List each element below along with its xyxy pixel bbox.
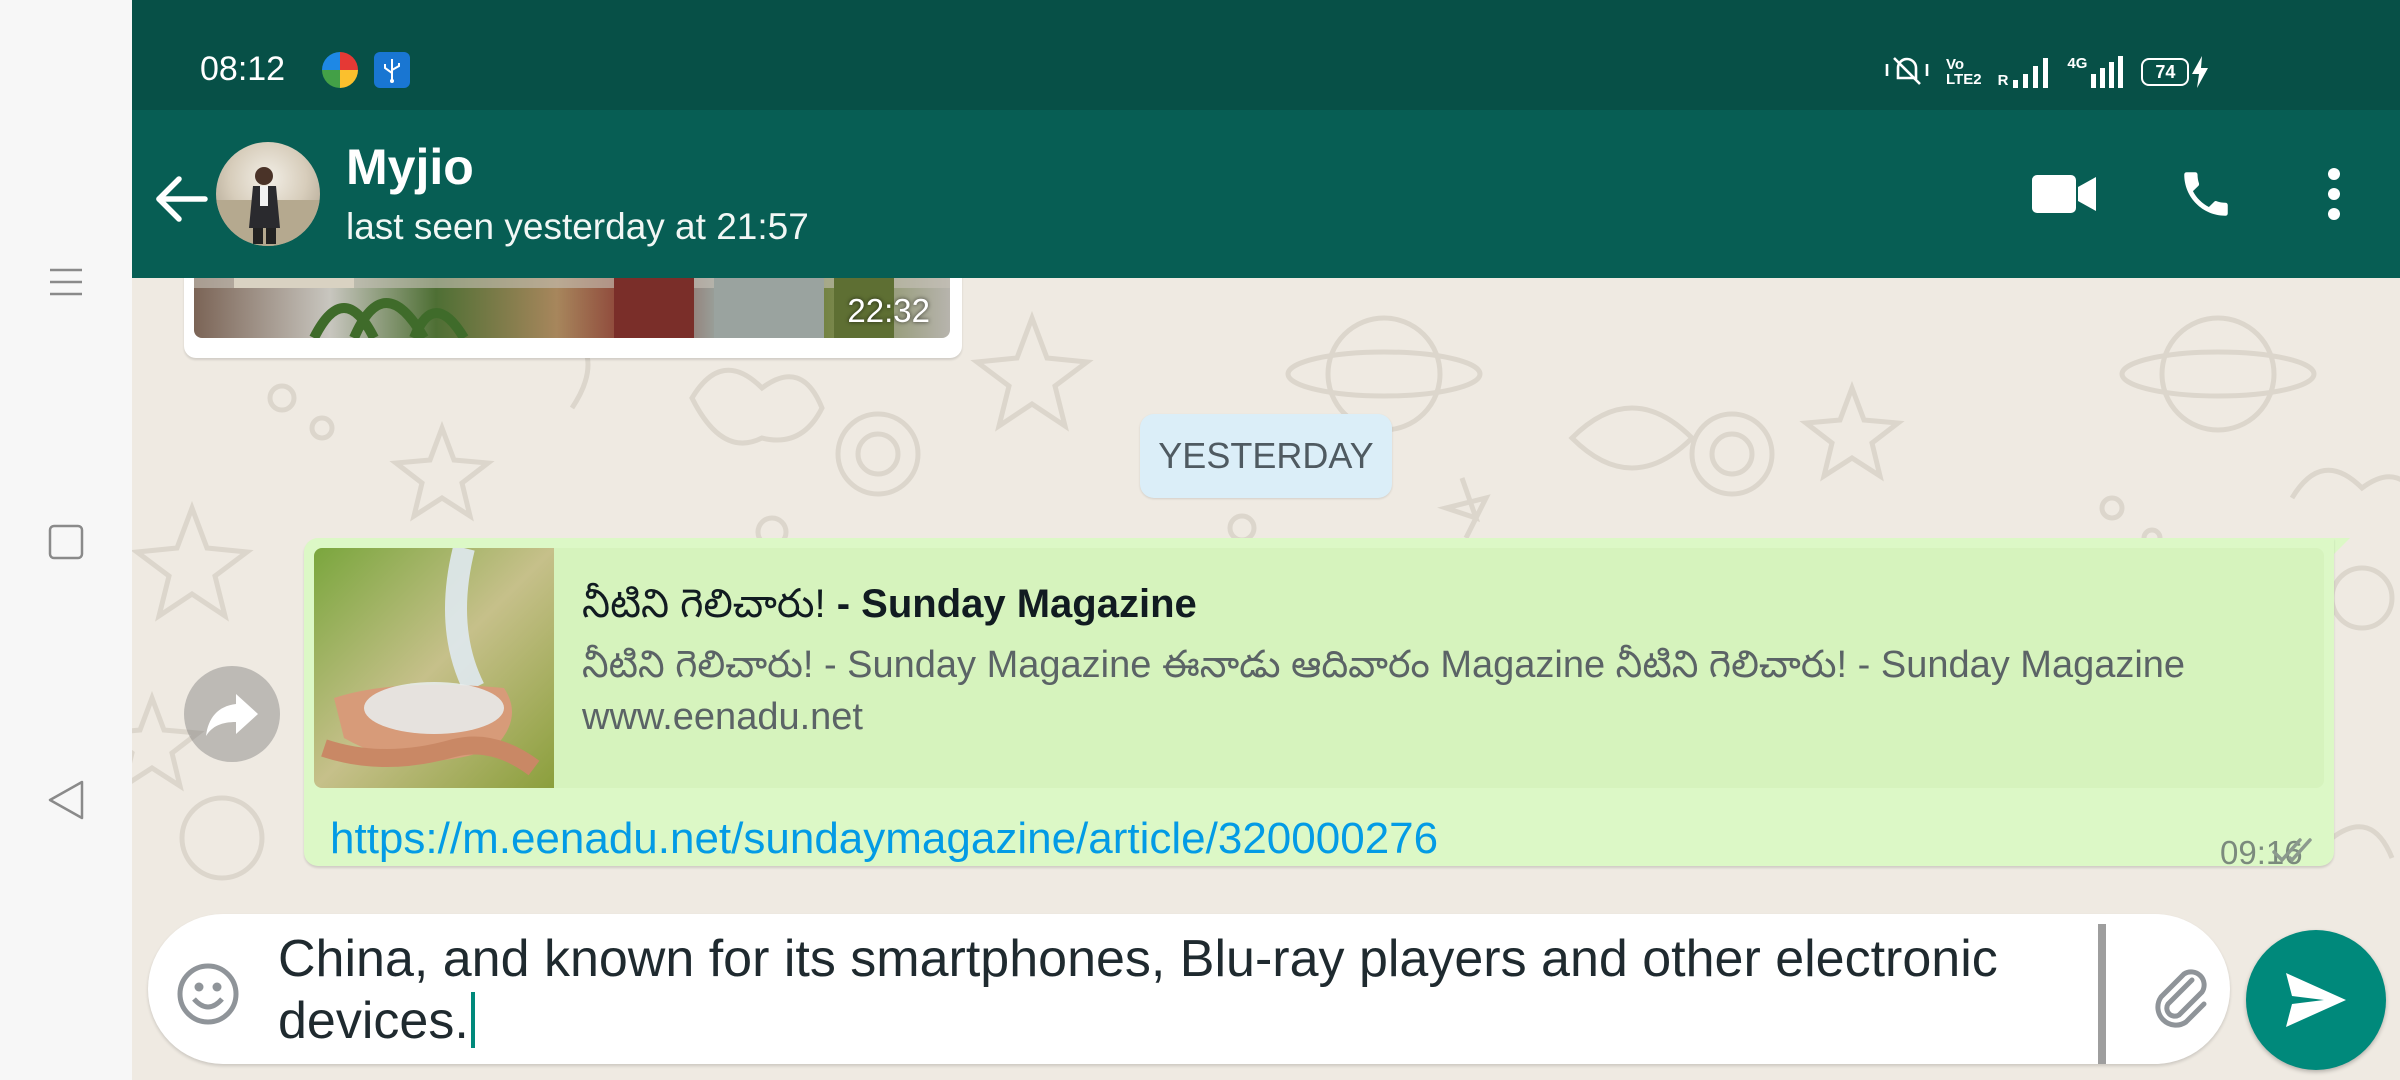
- link-preview-thumbnail: [314, 548, 554, 788]
- last-seen-status: last seen yesterday at 21:57: [346, 206, 809, 247]
- input-scrollbar[interactable]: [2098, 924, 2106, 1064]
- message-input[interactable]: China, and known for its smartphones, Bl…: [278, 928, 2200, 1058]
- outgoing-link-message[interactable]: నీటిని గెలిచారు! - Sunday Magazine నీటిన…: [304, 538, 2334, 871]
- attach-paperclip-icon[interactable]: [2142, 956, 2220, 1034]
- browser-app-icon: [322, 52, 358, 88]
- battery-icon: 74: [2141, 56, 2209, 88]
- chat-header: Myjio last seen yesterday at 21:57: [132, 110, 2400, 278]
- signal-sim1-icon: R: [1998, 56, 2052, 88]
- volte-icon: Vo LTE2: [1946, 57, 1982, 87]
- back-arrow-button[interactable]: [146, 164, 216, 234]
- signal-sim2-icon: 4G: [2067, 56, 2125, 88]
- whatsapp-chat-screen: 08:12 Vo LTE2 R 4G 74 Myjio last seen ye…: [132, 0, 2400, 1080]
- link-preview-description: నీటిని గెలిచారు! - Sunday Magazine ఈనాడు…: [582, 644, 2186, 686]
- double-check-icon: [2272, 836, 2322, 871]
- more-options-icon[interactable]: [2294, 154, 2374, 234]
- contact-name[interactable]: Myjio: [346, 138, 474, 196]
- date-divider: YESTERDAY: [1140, 414, 1392, 498]
- status-indicators: Vo LTE2 R 4G 74: [1884, 52, 2209, 92]
- image-message[interactable]: 22:32: [184, 278, 962, 358]
- message-input-line-1: China, and known for its smartphones, Bl…: [278, 930, 1998, 988]
- home-square-icon[interactable]: [40, 516, 92, 568]
- system-navigation-bar: [0, 0, 132, 1080]
- message-url-link[interactable]: https://m.eenadu.net/sundaymagazine/arti…: [330, 814, 1438, 864]
- charging-bolt-icon: [2192, 56, 2209, 88]
- usb-icon: [374, 52, 410, 88]
- network-4g-label: 4G: [2067, 55, 2088, 72]
- menu-icon[interactable]: [40, 256, 92, 308]
- status-time: 08:12: [200, 50, 286, 88]
- message-input-line-2: devices.: [278, 992, 469, 1050]
- link-preview-domain: www.eenadu.net: [582, 696, 863, 738]
- link-preview-title-telugu: నీటిని గెలిచారు!: [582, 582, 826, 626]
- text-caret: [470, 992, 475, 1048]
- image-thumbnail[interactable]: [194, 278, 950, 338]
- battery-level: 74: [2141, 58, 2190, 86]
- status-bar: 08:12 Vo LTE2 R 4G 74: [132, 0, 2400, 110]
- link-preview-title-rest: - Sunday Magazine: [825, 582, 1197, 626]
- voice-call-icon[interactable]: [2166, 154, 2246, 234]
- chat-area[interactable]: 22:32 YESTERDAY నీటిని గెలిచారు! - Sunda…: [132, 278, 2400, 1080]
- message-time: 22:32: [847, 292, 930, 329]
- link-preview[interactable]: నీటిని గెలిచారు! - Sunday Magazine నీటిన…: [314, 548, 2324, 788]
- message-composer[interactable]: China, and known for its smartphones, Bl…: [148, 914, 2230, 1064]
- triangle-back-icon[interactable]: [40, 774, 92, 826]
- contact-avatar[interactable]: [216, 142, 320, 246]
- roaming-label: R: [1997, 72, 2009, 89]
- video-call-icon[interactable]: [2024, 154, 2104, 234]
- lte-label: LTE2: [1946, 71, 1982, 88]
- link-preview-title: నీటిని గెలిచారు! - Sunday Magazine: [582, 582, 1197, 637]
- send-button[interactable]: [2246, 930, 2386, 1070]
- emoji-icon[interactable]: [174, 960, 242, 1028]
- send-icon: [2286, 973, 2346, 1027]
- volte-label: Vo: [1946, 56, 1965, 73]
- forward-arrow-icon[interactable]: [184, 666, 280, 762]
- vibrate-silent-icon: [1884, 52, 1930, 93]
